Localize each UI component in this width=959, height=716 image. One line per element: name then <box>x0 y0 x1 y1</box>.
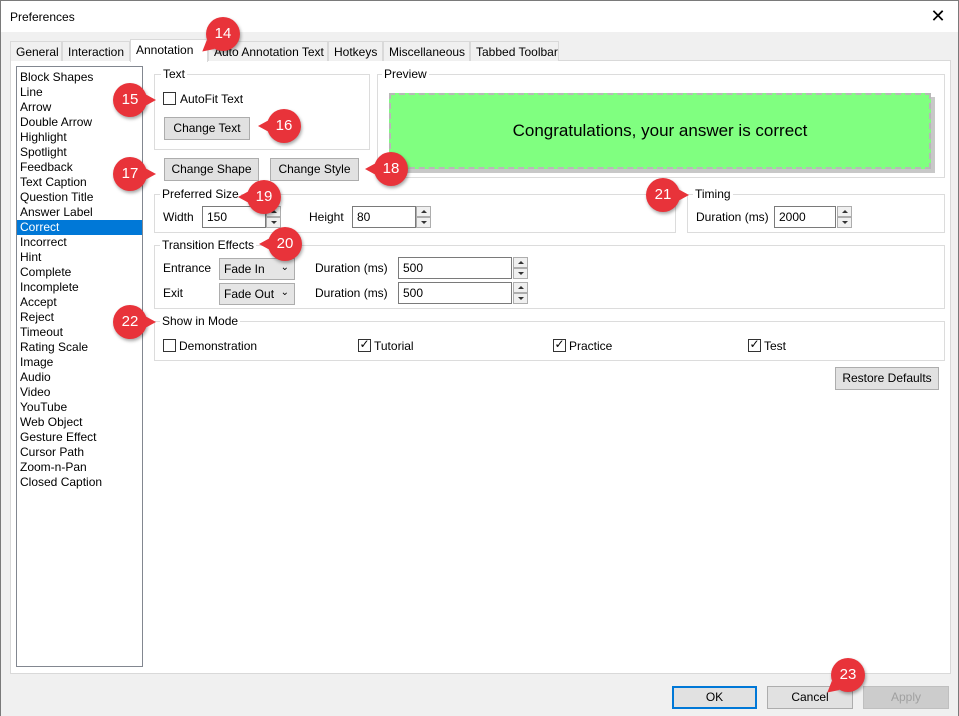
preview-text: Congratulations, your answer is correct <box>512 121 808 140</box>
exit-value: Fade Out <box>224 287 275 301</box>
mode-tutorial-checkbox[interactable]: ✓ <box>358 337 371 352</box>
list-item[interactable]: Highlight <box>17 130 142 145</box>
preview-group-label: Preview <box>382 67 429 81</box>
annotation-type-list[interactable]: Block Shapes Line Arrow Double Arrow Highlig… <box>16 66 143 667</box>
callout-badge: 14 <box>206 17 240 51</box>
preview-callout: Congratulations, your answer is correct <box>389 93 931 169</box>
timing-label: Timing <box>693 187 733 201</box>
autofit-label: AutoFit Text <box>180 92 244 106</box>
show-in-mode-label: Show in Mode <box>160 314 241 328</box>
entrance-duration-input[interactable]: 500 <box>398 257 512 279</box>
list-item[interactable]: Double Arrow <box>17 115 142 130</box>
text-group-label: Text <box>161 67 188 81</box>
timing-down-arrow-icon[interactable] <box>837 217 852 228</box>
list-item[interactable]: Correct <box>17 220 142 235</box>
height-label: Height <box>309 210 344 224</box>
ok-button[interactable]: OK <box>672 686 757 709</box>
title-bar: Preferences ✕ <box>1 1 958 32</box>
list-item[interactable]: Block Shapes <box>17 70 142 85</box>
width-label: Width <box>163 210 194 224</box>
list-item[interactable]: Video <box>17 385 142 400</box>
height-down-arrow-icon[interactable] <box>416 217 431 228</box>
preferred-size-label: Preferred Size <box>160 187 241 201</box>
callout-badge: 20 <box>259 227 302 261</box>
apply-button[interactable]: Apply <box>863 686 949 709</box>
preferences-dialog: Preferences ✕ General Interaction Annota… <box>0 0 959 716</box>
mode-demonstration-label: Demonstration <box>179 339 258 353</box>
window-title: Preferences <box>10 10 75 24</box>
mode-demonstration-checkbox[interactable] <box>163 339 176 352</box>
height-up-arrow-icon[interactable] <box>416 206 431 217</box>
entrance-value: Fade In <box>224 262 265 276</box>
close-icon[interactable]: ✕ <box>928 6 948 26</box>
width-down-arrow-icon[interactable] <box>266 217 281 228</box>
list-item[interactable]: Closed Caption <box>17 475 142 490</box>
callout-badge: 21 <box>646 178 689 212</box>
entrance-label: Entrance <box>163 261 212 275</box>
callout-badge: 19 <box>238 180 281 214</box>
list-item[interactable]: Complete <box>17 265 142 280</box>
tab-annotation[interactable]: Annotation <box>130 39 208 62</box>
tab-interaction[interactable]: Interaction <box>62 41 130 61</box>
timing-spinner[interactable] <box>837 206 852 228</box>
callout-badge: 22 <box>113 305 156 339</box>
exit-label: Exit <box>163 286 184 300</box>
exit-duration-spinner[interactable] <box>513 282 528 304</box>
mode-practice-checkbox[interactable]: ✓ <box>553 337 566 352</box>
callout-badge: 17 <box>113 157 156 191</box>
callout-badge: 18 <box>365 152 408 186</box>
callout-badge: 15 <box>113 83 156 117</box>
transition-effects-label: Transition Effects <box>160 238 257 252</box>
mode-test-checkbox[interactable]: ✓ <box>748 337 761 352</box>
restore-defaults-button[interactable]: Restore Defaults <box>835 367 939 390</box>
entrance-down-arrow-icon[interactable] <box>513 268 528 279</box>
entrance-up-arrow-icon[interactable] <box>513 257 528 268</box>
height-spinner[interactable] <box>416 206 431 228</box>
entrance-select[interactable]: Fade In ⌄ <box>219 258 295 280</box>
timing-duration-input[interactable]: 2000 <box>774 206 836 228</box>
list-item[interactable]: Question Title <box>17 190 142 205</box>
change-text-button[interactable]: Change Text <box>164 117 250 140</box>
tab-general[interactable]: General <box>10 41 62 61</box>
timing-up-arrow-icon[interactable] <box>837 206 852 217</box>
list-item[interactable]: Gesture Effect <box>17 430 142 445</box>
exit-down-arrow-icon[interactable] <box>513 293 528 304</box>
list-item[interactable]: Image <box>17 355 142 370</box>
height-input[interactable]: 80 <box>352 206 416 228</box>
tab-miscellaneous[interactable]: Miscellaneous <box>383 41 470 61</box>
callout-badge: 23 <box>831 658 865 692</box>
chevron-down-icon: ⌄ <box>280 262 289 273</box>
entrance-duration-label: Duration (ms) <box>315 261 388 275</box>
checkmark-icon: ✓ <box>554 337 565 351</box>
checkmark-icon: ✓ <box>749 337 760 351</box>
mode-test-label: Test <box>764 339 787 353</box>
exit-select[interactable]: Fade Out ⌄ <box>219 283 295 305</box>
entrance-duration-spinner[interactable] <box>513 257 528 279</box>
list-item[interactable]: Hint <box>17 250 142 265</box>
exit-up-arrow-icon[interactable] <box>513 282 528 293</box>
mode-tutorial-label: Tutorial <box>374 339 414 353</box>
change-style-button[interactable]: Change Style <box>270 158 359 181</box>
exit-duration-label: Duration (ms) <box>315 286 388 300</box>
list-item[interactable]: Incorrect <box>17 235 142 250</box>
mode-practice-label: Practice <box>569 339 613 353</box>
checkmark-icon: ✓ <box>359 337 370 351</box>
list-item[interactable]: Web Object <box>17 415 142 430</box>
list-item[interactable]: Answer Label <box>17 205 142 220</box>
change-shape-button[interactable]: Change Shape <box>164 158 259 181</box>
list-item[interactable]: Audio <box>17 370 142 385</box>
timing-duration-label: Duration (ms) <box>696 210 769 224</box>
list-item[interactable]: Incomplete <box>17 280 142 295</box>
exit-duration-input[interactable]: 500 <box>398 282 512 304</box>
show-in-mode-group <box>154 321 945 361</box>
callout-badge: 16 <box>258 109 301 143</box>
list-item[interactable]: Cursor Path <box>17 445 142 460</box>
tab-hotkeys[interactable]: Hotkeys <box>328 41 383 61</box>
list-item[interactable]: Zoom-n-Pan <box>17 460 142 475</box>
autofit-checkbox[interactable] <box>163 92 176 105</box>
list-item[interactable]: YouTube <box>17 400 142 415</box>
list-item[interactable]: Rating Scale <box>17 340 142 355</box>
tab-tabbed-toolbar[interactable]: Tabbed Toolbar <box>470 41 559 61</box>
chevron-down-icon: ⌄ <box>280 287 289 298</box>
